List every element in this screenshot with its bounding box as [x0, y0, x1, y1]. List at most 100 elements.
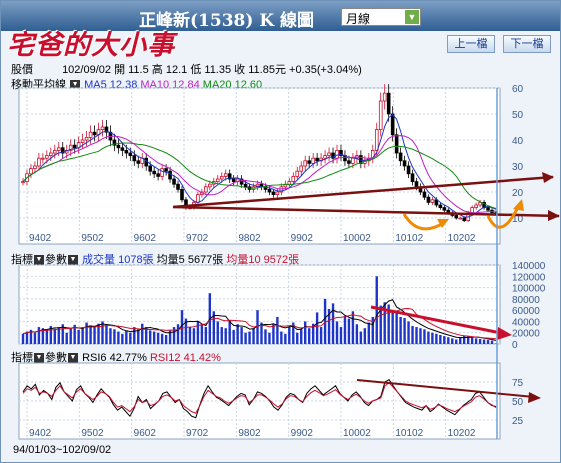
price-x-tick-label: 9502 — [81, 233, 104, 244]
volume-bar — [474, 338, 478, 344]
candle-body — [180, 188, 184, 201]
volume-bar — [307, 328, 311, 344]
price-x-tick-label: 10202 — [448, 233, 476, 244]
price-y-tick-label: 60 — [512, 84, 524, 95]
candle-body — [148, 165, 152, 172]
candle-body — [223, 173, 228, 177]
volume-bar — [439, 334, 442, 344]
volume-bar — [363, 328, 367, 344]
volume-y-tick-label: 120000 — [512, 272, 546, 283]
candle-body — [124, 149, 129, 154]
candle-body — [315, 157, 319, 162]
volume-bar — [411, 325, 414, 344]
candle-body — [287, 181, 292, 185]
candle-body — [176, 183, 180, 190]
candle-body — [438, 204, 443, 208]
rsi-x-tick-label: 9802 — [238, 428, 261, 439]
volume-bar — [117, 331, 120, 344]
volume-y-tick-label: 140000 — [512, 261, 546, 272]
volume-bar — [228, 320, 231, 344]
price-x-tick-label: 10102 — [395, 233, 423, 244]
arrowhead-icon — [548, 210, 560, 221]
volume-bar — [101, 321, 104, 344]
candle-body — [470, 207, 474, 214]
candle-body — [275, 191, 280, 195]
volume-bar — [331, 303, 335, 344]
candle-body — [335, 149, 339, 159]
volume-bar — [244, 332, 247, 344]
candle-body — [295, 170, 300, 177]
volume-bar — [240, 327, 243, 344]
volume-bar — [431, 332, 434, 344]
volume-bar — [125, 330, 128, 344]
candle-body — [84, 136, 89, 141]
volume-bar — [152, 331, 156, 344]
volume-bar — [415, 327, 418, 344]
rsi-x-tick-label: 9902 — [291, 428, 314, 439]
volume-bar — [141, 323, 144, 344]
volume-bar — [359, 331, 363, 344]
rsi-x-tick-label: 9702 — [186, 428, 209, 439]
volume-bar — [164, 334, 168, 344]
candle-body — [307, 160, 311, 164]
volume-bar — [248, 331, 251, 344]
candle-body — [172, 178, 176, 185]
volume-bar — [192, 328, 196, 344]
candle-body — [72, 144, 77, 149]
candle-body — [351, 157, 355, 164]
volume-bar — [419, 328, 422, 344]
candle-body — [49, 152, 53, 156]
volume-y-tick-label: 0 — [512, 340, 518, 351]
candle-body — [458, 217, 463, 220]
rsi-y-tick-label: 50 — [512, 397, 524, 408]
candle-body — [231, 178, 236, 182]
candle-body — [390, 113, 395, 136]
candle-body — [422, 191, 427, 198]
rsi-x-tick-label: 9602 — [134, 428, 157, 439]
volume-bar — [470, 337, 474, 344]
volume-bar — [105, 324, 108, 344]
price-x-tick-label: 9402 — [29, 233, 52, 244]
volume-bar — [188, 327, 192, 344]
candle-body — [406, 165, 411, 175]
date-range: 94/01/03~102/09/02 — [13, 444, 112, 456]
candle-body — [414, 181, 419, 188]
price-x-tick-label: 10002 — [343, 233, 371, 244]
candle-body — [474, 204, 478, 208]
candle-body — [128, 152, 133, 156]
candle-body — [215, 178, 220, 182]
candle-body — [394, 134, 399, 154]
candle-body — [132, 155, 137, 162]
volume-bar — [200, 324, 204, 344]
candle-body — [378, 100, 383, 131]
rsi-y-tick-label: 25 — [512, 416, 524, 427]
volume-y-tick-label: 40000 — [512, 317, 540, 328]
candle-body — [347, 160, 351, 164]
volume-bar — [33, 332, 37, 344]
volume-y-tick-label: 60000 — [512, 306, 540, 317]
volume-bar — [482, 339, 486, 344]
candle-body — [52, 149, 57, 154]
candle-body — [136, 160, 141, 164]
volume-bar — [109, 328, 112, 344]
volume-bar — [93, 327, 96, 344]
volume-bar — [403, 318, 406, 344]
candle-body — [374, 129, 379, 151]
price-x-tick-label: 9802 — [238, 233, 261, 244]
volume-bar — [319, 327, 323, 344]
volume-bar — [160, 333, 164, 344]
volume-bar — [216, 321, 219, 344]
volume-bar — [65, 332, 68, 344]
volume-y-tick-label: 100000 — [512, 284, 546, 295]
volume-bar — [486, 340, 490, 344]
candle-body — [426, 196, 431, 203]
volume-bar — [176, 324, 180, 344]
volume-bar — [407, 321, 410, 344]
candle-body — [45, 155, 49, 159]
volume-bar — [280, 331, 283, 344]
volume-bar — [391, 310, 394, 344]
candle-body — [120, 147, 125, 151]
volume-bar — [268, 332, 271, 344]
candle-body — [219, 175, 224, 180]
volume-bar — [399, 316, 402, 344]
